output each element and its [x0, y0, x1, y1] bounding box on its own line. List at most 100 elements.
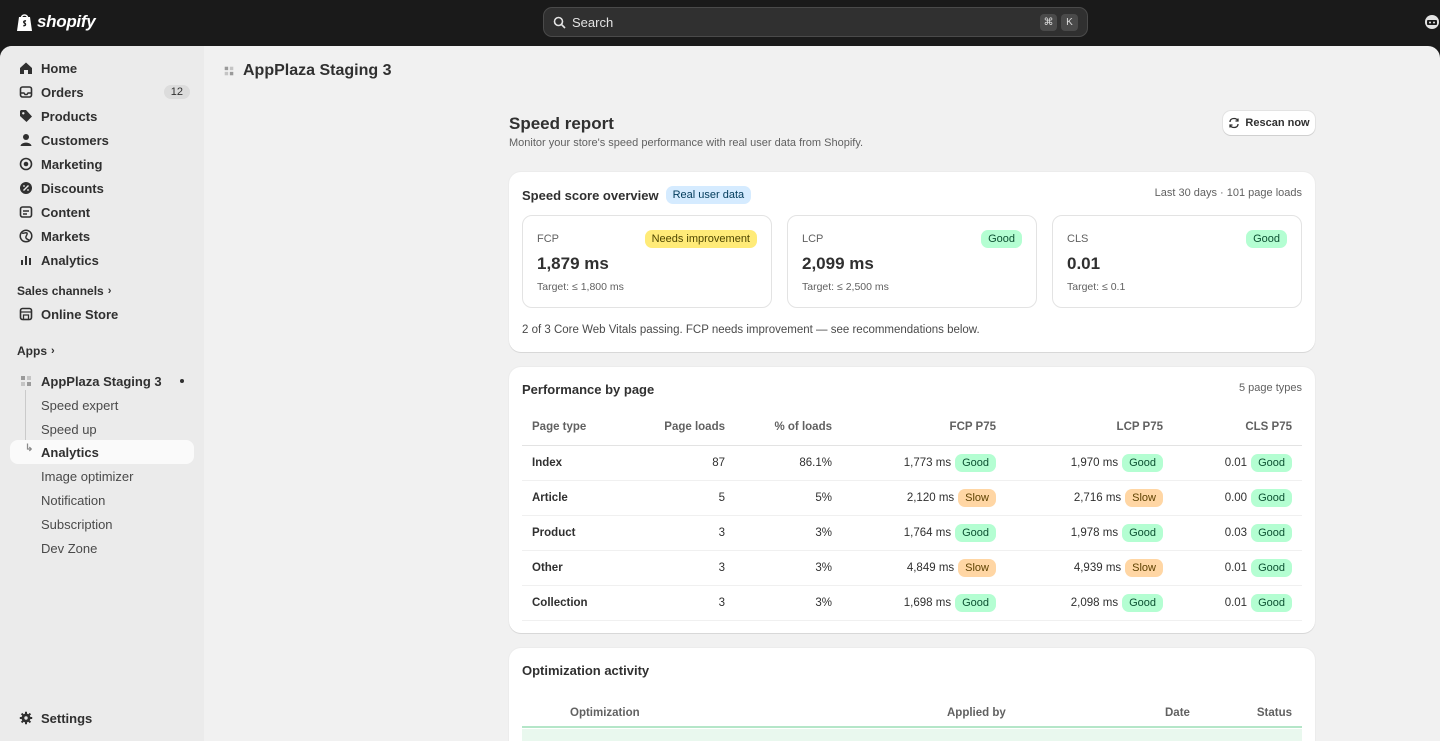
status-badge: Good: [1122, 453, 1163, 472]
sidebar-item-label: Orders: [41, 84, 84, 100]
speed-score-overview-card: Speed score overview Real user data Last…: [509, 172, 1315, 352]
metric-target: Target: ≤ 1,800 ms: [537, 281, 624, 293]
shortcut-k-key: K: [1061, 13, 1078, 31]
sidebar-item-analytics[interactable]: Analytics: [10, 248, 194, 272]
chevron-right-icon: ›: [51, 345, 55, 357]
person-icon: [20, 134, 32, 146]
lcp-value: 2,098 ms: [1070, 596, 1119, 609]
cell-fcp: 1,773 ms Good: [842, 445, 1006, 481]
sidebar-item-label: Products: [41, 108, 98, 124]
cls-value: 0.03: [1224, 526, 1248, 539]
column-header-lcp[interactable]: LCP P75: [1006, 410, 1173, 446]
column-header-optimization[interactable]: Optimization: [570, 707, 640, 719]
table-row[interactable]: [522, 729, 1302, 741]
table-header-row: Page type Page loads % of loads FCP P75 …: [522, 410, 1302, 446]
status-badge: Slow: [1125, 558, 1163, 577]
sidebar-item-app[interactable]: AppPlaza Staging 3: [10, 369, 194, 393]
cell-fcp: 4,849 ms Slow: [842, 550, 1006, 586]
search-label: Search: [572, 14, 614, 30]
optimization-title: Optimization activity: [522, 663, 650, 678]
sidebar-item-content[interactable]: Content: [10, 200, 194, 224]
app-subitem-subscription[interactable]: Subscription: [10, 512, 194, 536]
shopify-logo[interactable]: shopify: [16, 12, 96, 32]
app-subitem-image-optimizer[interactable]: Image optimizer: [10, 464, 194, 488]
storefront-icon: [19, 307, 33, 321]
table-row[interactable]: Other 3 3% 4,849 ms Slow 4,939 ms Slow 0.01 Good: [522, 550, 1302, 586]
performance-by-page-card: Performance by page 5 page types Page ty…: [509, 367, 1315, 633]
store-avatar-icon[interactable]: [1424, 14, 1440, 30]
cell-page-loads: 5: [632, 480, 735, 516]
cell-page-loads: 3: [632, 585, 735, 621]
column-header-cls[interactable]: CLS P75: [1173, 410, 1302, 446]
metric-status-badge: Good: [1246, 230, 1287, 248]
page-title-text: AppPlaza Staging 3: [243, 62, 392, 79]
app-subitem-analytics[interactable]: ↳ Analytics: [10, 440, 194, 464]
sidebar-item-label: AppPlaza Staging 3: [41, 373, 162, 389]
status-badge: Good: [1122, 523, 1163, 542]
cell-pct-loads: 5%: [735, 480, 842, 516]
sub-item-label: Notification: [41, 492, 106, 508]
chevron-right-icon: ›: [107, 285, 112, 297]
column-header-pct-loads[interactable]: % of loads: [735, 410, 842, 446]
sidebar-item-discounts[interactable]: Discounts: [10, 176, 194, 200]
cell-cls: 0.03 Good: [1173, 515, 1302, 551]
cell-fcp: 2,120 ms Slow: [842, 480, 1006, 516]
cell-page-loads: 3: [632, 550, 735, 586]
column-header-applied-by[interactable]: Applied by: [947, 707, 1006, 719]
column-header-fcp[interactable]: FCP P75: [842, 410, 1006, 446]
globe-icon: [19, 229, 33, 243]
table-row[interactable]: Article 5 5% 2,120 ms Slow 2,716 ms Slow 0.00 Go…: [522, 480, 1302, 516]
sidebar-item-markets[interactable]: Markets: [10, 224, 194, 248]
metric-card-lcp: LCP Good 2,099 ms Target: ≤ 2,500 ms: [787, 215, 1037, 308]
real-user-data-badge: Real user data: [665, 186, 752, 204]
content-icon: [19, 206, 33, 218]
cell-fcp: 1,698 ms Good: [842, 585, 1006, 621]
sidebar-item-label: Online Store: [41, 306, 119, 322]
column-header-page-type[interactable]: Page type: [522, 410, 632, 446]
cell-page-type: Collection: [522, 585, 632, 621]
sidebar-item-products[interactable]: Products: [10, 104, 194, 128]
sidebar-item-label: Customers: [41, 132, 109, 148]
fcp-value: 1,773 ms: [903, 456, 952, 469]
status-badge: Slow: [1125, 488, 1163, 507]
sidebar-item-settings[interactable]: Settings: [10, 706, 194, 730]
app-subitem-notification[interactable]: Notification: [10, 488, 194, 512]
sales-channels-section[interactable]: Sales channels ›: [17, 284, 111, 298]
lcp-value: 1,970 ms: [1070, 456, 1119, 469]
app-subitem-speed-up[interactable]: Speed up: [10, 417, 194, 441]
metric-value: 1,879 ms: [537, 254, 609, 273]
apps-section[interactable]: Apps ›: [17, 344, 55, 358]
search-bar[interactable]: Search ⌘ K: [543, 7, 1088, 37]
app-pinned-dot: [180, 379, 184, 383]
sidebar-item-home[interactable]: Home: [10, 56, 194, 80]
sidebar-item-marketing[interactable]: Marketing: [10, 152, 194, 176]
column-header-date[interactable]: Date: [1165, 707, 1190, 719]
table-row[interactable]: Index 87 86.1% 1,773 ms Good 1,970 ms Good 0.01…: [522, 445, 1302, 481]
metric-value: 2,099 ms: [802, 254, 874, 273]
metric-card-fcp: FCP Needs improvement 1,879 ms Target: ≤…: [522, 215, 772, 308]
cell-cls: 0.00 Good: [1173, 480, 1302, 516]
overview-title-text: Speed score overview: [522, 187, 659, 203]
lcp-value: 2,716 ms: [1073, 491, 1122, 504]
app-subitem-speed-expert[interactable]: Speed expert: [10, 393, 194, 417]
rescan-now-button[interactable]: Rescan now: [1223, 111, 1315, 135]
sidebar-item-label: Markets: [41, 228, 91, 244]
cell-lcp: 2,716 ms Slow: [1006, 480, 1173, 516]
fcp-value: 1,764 ms: [903, 526, 952, 539]
cell-pct-loads: 3%: [735, 585, 842, 621]
sidebar-item-online-store[interactable]: Online Store: [10, 302, 194, 326]
table-row[interactable]: Collection 3 3% 1,698 ms Good 2,098 ms Good 0.0…: [522, 585, 1302, 621]
status-badge: Good: [1251, 558, 1292, 577]
cell-lcp: 2,098 ms Good: [1006, 585, 1173, 621]
sidebar-item-orders[interactable]: Orders 12: [10, 80, 194, 104]
status-badge: Good: [1251, 523, 1292, 542]
column-header-page-loads[interactable]: Page loads: [632, 410, 735, 446]
sidebar-item-customers[interactable]: Customers: [10, 128, 194, 152]
column-header-status[interactable]: Status: [1257, 707, 1292, 719]
table-row[interactable]: Product 3 3% 1,764 ms Good 1,978 ms Good 0.03 Go…: [522, 515, 1302, 551]
sub-item-label: Dev Zone: [41, 540, 98, 556]
page-title: AppPlaza Staging 3: [223, 62, 391, 80]
cell-page-type: Index: [522, 445, 632, 481]
cell-page-type: Article: [522, 480, 632, 516]
app-subitem-dev-zone[interactable]: Dev Zone: [10, 536, 194, 560]
